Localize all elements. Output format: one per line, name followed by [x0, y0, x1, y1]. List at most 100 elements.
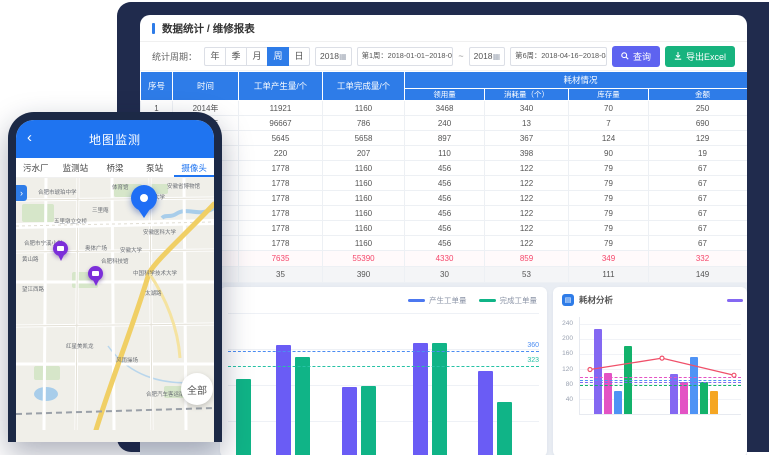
back-icon[interactable]: ‹ — [27, 129, 32, 147]
breadcrumb: 数据统计 / 维修报表 — [140, 15, 747, 42]
tab-监测站[interactable]: 监测站 — [56, 158, 96, 177]
total-row-cell: 332 — [649, 251, 748, 267]
start-year-select[interactable]: 2018 ▦ — [315, 47, 352, 66]
consumables-chart-title-row: ▤ 耗材分析 — [562, 294, 613, 306]
tab-桥梁[interactable]: 桥梁 — [95, 158, 135, 177]
period-option-周[interactable]: 周 — [267, 47, 289, 66]
selected-camera-pin[interactable] — [131, 185, 157, 211]
map-poi-label: 合肥市琥珀中学 — [38, 188, 77, 196]
period-option-月[interactable]: 月 — [246, 47, 268, 66]
total-row-cell: 4330 — [405, 251, 485, 267]
map-expand-button[interactable]: › — [16, 185, 27, 201]
period-option-年[interactable]: 年 — [204, 47, 226, 66]
consumables-y-axis: 2402001601208040 — [555, 317, 575, 415]
reference-line: 323 — [228, 366, 539, 367]
legend-label: 产生工单量 — [429, 295, 467, 306]
chart-icon: ▤ — [562, 294, 574, 306]
table-cell: 67 — [649, 161, 748, 176]
map-poi-label: 奥体广场 — [85, 244, 107, 252]
table-cell: 79 — [569, 221, 649, 236]
table-cell: 1160 — [323, 221, 405, 236]
tab-污水厂[interactable]: 污水厂 — [16, 158, 56, 177]
table-cell: 19 — [649, 146, 748, 161]
period-option-季[interactable]: 季 — [225, 47, 247, 66]
table-cell: 207 — [323, 146, 405, 161]
bar-产生工单量 — [276, 345, 291, 455]
map-poi-label: 黄山路 — [22, 255, 39, 263]
bar-完成工单量 — [497, 402, 512, 455]
tab-摄像头[interactable]: 摄像头 — [174, 158, 214, 177]
query-button[interactable]: 查询 — [612, 46, 660, 67]
map-poi-label: 红星美凯龙 — [66, 342, 94, 350]
dashboard-card: 数据统计 / 维修报表 统计周期： 年季月周日 2018 ▦ 第1周：2018-… — [140, 15, 747, 455]
column-header: 时间 — [173, 72, 239, 101]
legend-label: 完成工单量 — [500, 295, 538, 306]
table-row: 7第3周177811604561227967 — [141, 191, 748, 206]
average-row-cell: 111 — [569, 267, 649, 283]
bar-完成工单量 — [295, 357, 310, 455]
table-cell: 1160 — [323, 176, 405, 191]
table-cell: 367 — [485, 131, 569, 146]
period-segmented-control: 年季月周日 — [204, 47, 310, 66]
table-row: 12014年119211160346834070250 — [141, 101, 748, 116]
table-cell: 67 — [649, 176, 748, 191]
period-option-日[interactable]: 日 — [288, 47, 310, 66]
start-week-value: 第1周：2018-01-01~2018-01-07 — [362, 51, 454, 61]
group-header-consumables: 耗材情况 — [405, 72, 748, 89]
end-year-select[interactable]: 2018 ▦ — [469, 47, 506, 66]
workorders-chart-card: 产生工单量 完成工单量 360 323 — [220, 287, 547, 455]
average-row-cell: 149 — [649, 267, 748, 283]
column-header: 工单产生量/个 — [239, 72, 323, 101]
export-excel-button[interactable]: 导出Excel — [665, 46, 735, 67]
table-cell: 1160 — [323, 161, 405, 176]
map-poi-label: 三里庵 — [92, 206, 109, 214]
table-cell: 7 — [569, 116, 649, 131]
trend-line — [580, 317, 747, 455]
start-week-field[interactable]: 第1周：2018-01-01~2018-01-07 — [357, 47, 454, 66]
table-header-row: 序号时间工单产生量/个工单完成量/个耗材情况 — [141, 72, 748, 89]
table-cell: 90 — [569, 146, 649, 161]
tab-泵站[interactable]: 泵站 — [135, 158, 175, 177]
consumables-chart-title: 耗材分析 — [579, 294, 613, 306]
table-cell: 67 — [649, 206, 748, 221]
all-filter-button[interactable]: 全部 — [181, 373, 213, 405]
table-cell: 786 — [323, 116, 405, 131]
bar-产生工单量 — [478, 371, 493, 455]
map-poi-label: 安徽大学 — [120, 246, 142, 254]
search-icon — [621, 52, 629, 60]
reference-line: 360 — [228, 351, 539, 352]
y-tick-label: 240 — [562, 320, 573, 327]
camera-pin[interactable] — [53, 241, 68, 256]
end-week-field[interactable]: 第6周：2018-04-16~2018-04-22 — [510, 47, 607, 66]
consumables-legend-swatch — [727, 299, 743, 302]
breadcrumb-accent-bar — [152, 23, 155, 34]
table-cell: 1160 — [323, 191, 405, 206]
table-cell: 67 — [649, 191, 748, 206]
period-label: 统计周期： — [152, 50, 197, 63]
phone-tab-bar: 污水厂监测站桥梁泵站摄像头 — [16, 158, 214, 178]
table-cell: 122 — [485, 161, 569, 176]
reference-line-label: 360 — [527, 342, 539, 349]
legend-item: 完成工单量 — [479, 295, 538, 306]
phone-header: ‹ 地图监测 — [16, 120, 214, 158]
map-poi-label: 中国科学技术大学 — [133, 269, 177, 277]
table-cell: 124 — [569, 131, 649, 146]
table-cell: 1778 — [239, 206, 323, 221]
column-header: 序号 — [141, 72, 173, 101]
table-cell: 96667 — [239, 116, 323, 131]
bar-产生工单量 — [413, 343, 428, 455]
phone-mockup-frame: ‹ 地图监测 污水厂监测站桥梁泵站摄像头 — [8, 112, 222, 442]
table-cell: 5658 — [323, 131, 405, 146]
camera-pin[interactable] — [88, 266, 103, 281]
average-row-cell: 30 — [405, 267, 485, 283]
range-separator: ~ — [458, 51, 463, 61]
map-canvas[interactable]: › 合肥市琥珀中学体育馆安徽农业大学安徽省博物馆三里庵五里墩立交桥安徽医科大学合… — [16, 178, 214, 442]
workorders-plot: 360 323 — [228, 313, 539, 455]
breadcrumb-text: 数据统计 / 维修报表 — [162, 21, 255, 36]
map-poi-label: 风雨操场 — [116, 356, 138, 364]
calendar-icon: ▦ — [339, 52, 347, 61]
sub-column-header: 领用量 — [405, 89, 485, 101]
table-row: 10第6周177811604561227967 — [141, 236, 748, 251]
y-tick-label: 120 — [562, 366, 573, 373]
legend-item: 产生工单量 — [408, 295, 467, 306]
